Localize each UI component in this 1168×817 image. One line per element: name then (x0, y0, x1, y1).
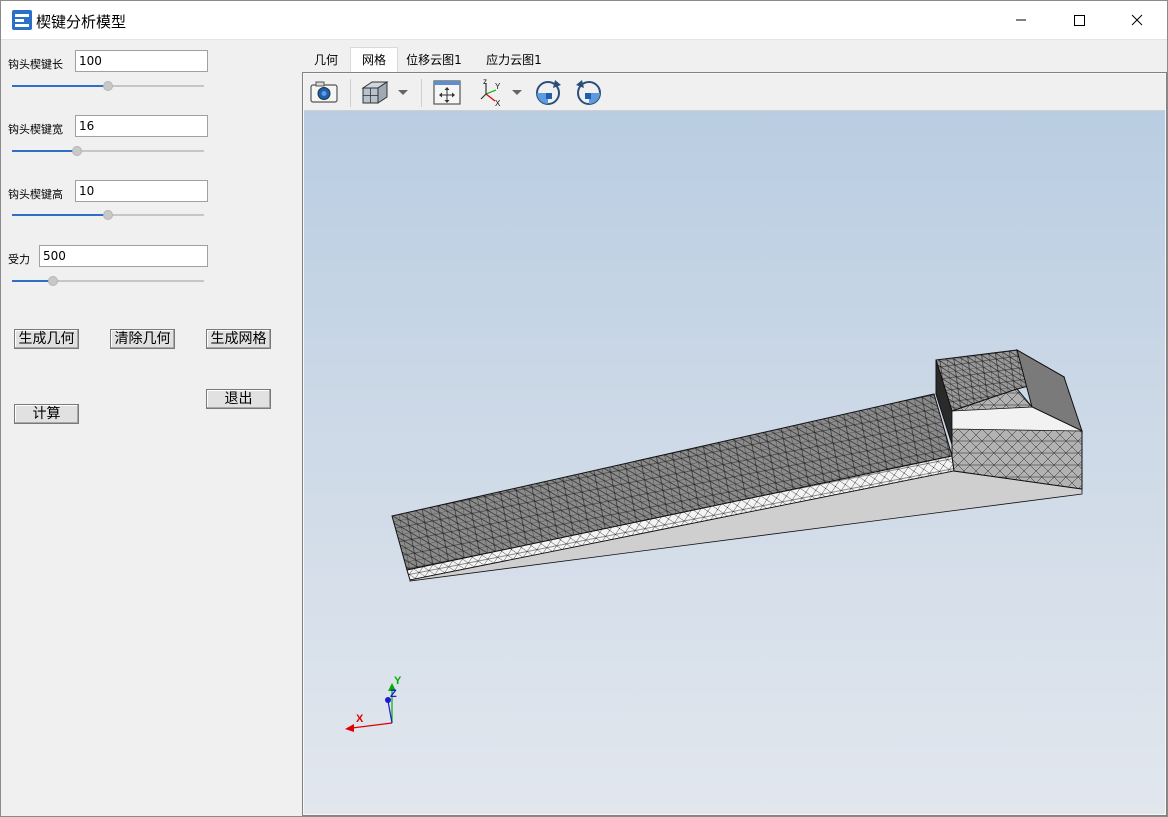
parameter-panel: 钩头楔键长 100 钩头楔键宽 16 钩头楔键高 10 受力 500 生成几何 … (1, 40, 301, 816)
maximize-button[interactable] (1050, 1, 1108, 39)
width-input[interactable]: 16 (75, 115, 208, 137)
width-label: 钩头楔键宽 (8, 123, 63, 136)
svg-text:Y: Y (495, 82, 501, 91)
tab-stress[interactable]: 应力云图1 (475, 48, 553, 72)
svg-text:z: z (483, 78, 487, 86)
fit-view-icon[interactable] (432, 78, 462, 109)
tab-mesh[interactable]: 网格 (350, 47, 398, 73)
axes-icon[interactable]: z Y X (476, 77, 524, 109)
window-title: 楔键分析模型 (36, 13, 127, 31)
rotate-cw-icon[interactable] (533, 78, 563, 109)
axis-z-label: Z (390, 688, 397, 700)
render-panel: z Y X X Y Z (302, 72, 1167, 816)
slider-thumb[interactable] (72, 146, 82, 156)
axis-triad: X Y Z (345, 675, 402, 732)
height-slider[interactable] (12, 209, 204, 221)
close-button[interactable] (1108, 1, 1166, 39)
view-cube-icon[interactable] (360, 78, 410, 109)
toolbar-separator (350, 79, 351, 107)
camera-icon[interactable] (309, 78, 339, 109)
minimize-button[interactable] (992, 1, 1050, 39)
axis-x-label: X (356, 713, 364, 725)
force-input[interactable]: 500 (39, 245, 208, 267)
toolbar-separator (421, 79, 422, 107)
slider-thumb[interactable] (103, 210, 113, 220)
3d-viewport[interactable]: X Y Z (304, 111, 1165, 814)
clear-geometry-button[interactable]: 清除几何 (110, 329, 175, 349)
compute-button[interactable]: 计算 (14, 404, 79, 424)
height-label: 钩头楔键高 (8, 188, 63, 201)
force-label: 受力 (8, 253, 30, 266)
width-slider[interactable] (12, 145, 204, 157)
height-input[interactable]: 10 (75, 180, 208, 202)
exit-button[interactable]: 退出 (206, 389, 271, 409)
view-toolbar: z Y X (304, 74, 1165, 111)
slider-thumb[interactable] (48, 276, 58, 286)
length-slider[interactable] (12, 80, 204, 92)
mesh-model (391, 348, 1083, 582)
generate-geometry-button[interactable]: 生成几何 (14, 329, 79, 349)
minimize-icon (1016, 19, 1026, 21)
slider-thumb[interactable] (103, 81, 113, 91)
axis-y-label: Y (394, 675, 402, 687)
main-window: 楔键分析模型 钩头楔键长 100 钩头楔键宽 16 钩头楔键高 10 受力 50… (0, 0, 1168, 817)
tab-geometry[interactable]: 几何 (303, 48, 349, 72)
svg-text:X: X (495, 99, 501, 106)
title-bar[interactable]: 楔键分析模型 (1, 1, 1167, 40)
maximize-icon (1074, 15, 1085, 26)
rotate-ccw-icon[interactable] (574, 78, 604, 109)
generate-mesh-button[interactable]: 生成网格 (206, 329, 271, 349)
length-input[interactable]: 100 (75, 50, 208, 72)
close-icon (1131, 14, 1143, 26)
tab-displacement[interactable]: 位移云图1 (398, 48, 470, 72)
length-label: 钩头楔键长 (8, 58, 63, 71)
app-icon (12, 10, 32, 30)
force-slider[interactable] (12, 275, 204, 287)
